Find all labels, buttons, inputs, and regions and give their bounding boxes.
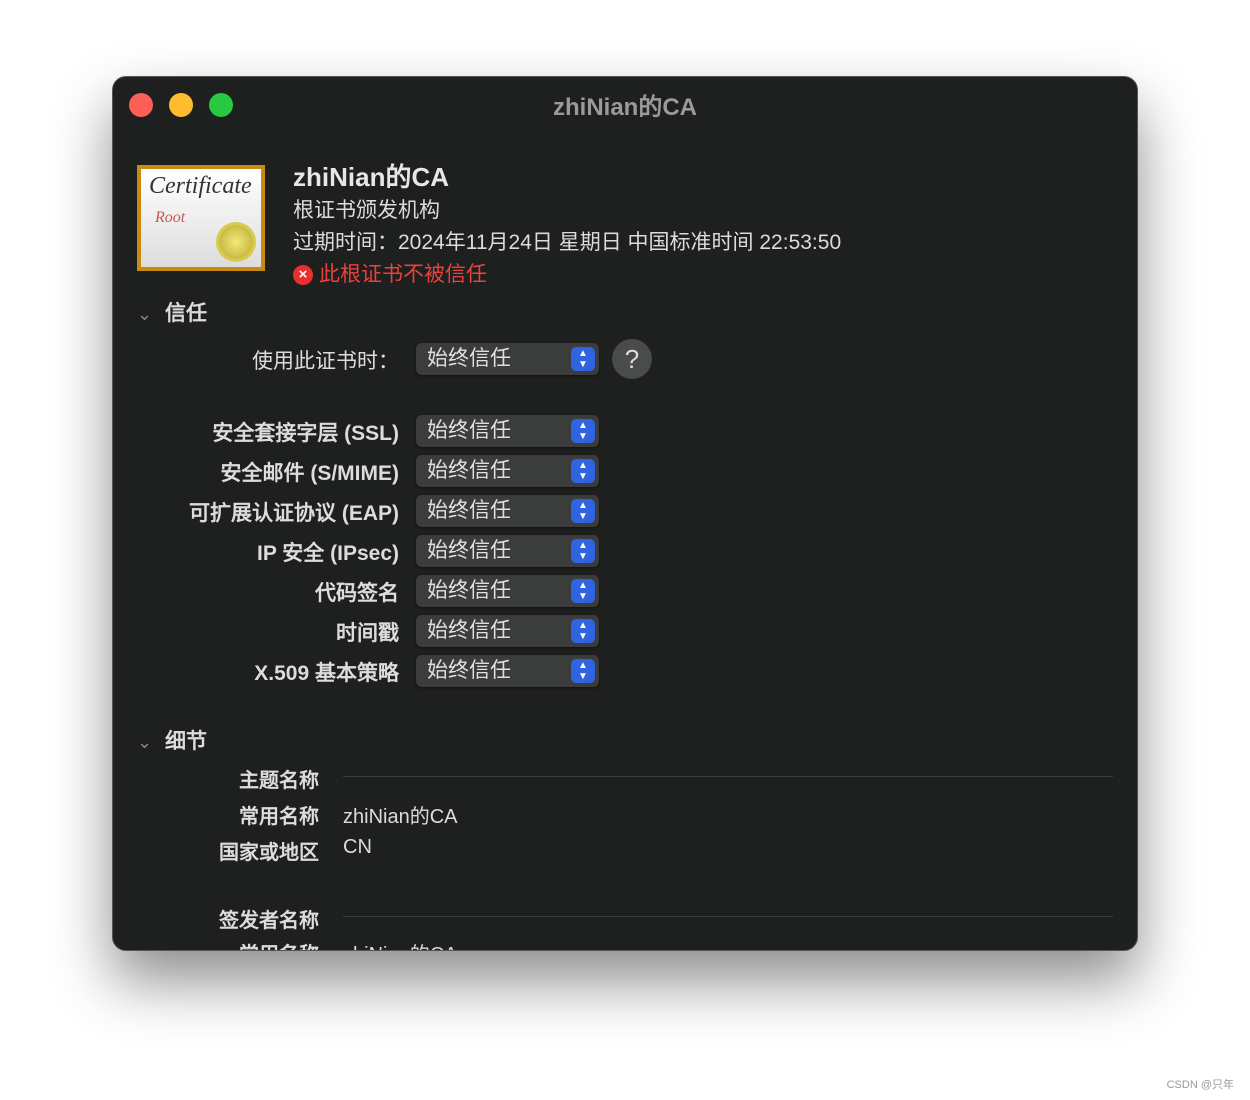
updown-chevron-icon: ▲ ▼ [571, 619, 595, 643]
updown-chevron-icon: ▲ ▼ [571, 539, 595, 563]
updown-chevron-icon: ▲ ▼ [571, 659, 595, 683]
chevron-down-icon: ⌄ [137, 732, 153, 752]
detail-value: zhiNian的CA [343, 806, 458, 828]
trust-status-text: 此根证书不被信任 [319, 263, 487, 286]
subject-heading: 主题名称 [239, 770, 319, 792]
section-title: 信任 [165, 302, 207, 325]
updown-chevron-icon: ▲ ▼ [571, 459, 595, 483]
popup-value: 始终信任 [427, 419, 511, 442]
chevron-down-icon: ⌄ [137, 304, 153, 324]
certificate-window: zhiNian的CA Certificate Root zhiNian的CA 根证… [112, 76, 1138, 951]
trust-row-popup[interactable]: 始终信任 ▲ ▼ [416, 415, 599, 447]
trust-row-label: 代码签名 [315, 582, 399, 605]
when-using-popup[interactable]: 始终信任 ▲ ▼ [416, 343, 599, 375]
issuer-heading: 签发者名称 [219, 910, 319, 932]
trust-row-popup[interactable]: 始终信任 ▲ ▼ [416, 655, 599, 687]
trust-row-label: IP 安全 (IPsec) [257, 542, 399, 565]
trust-status: × 此根证书不被信任 [293, 258, 487, 288]
detail-value: CN [343, 836, 372, 858]
divider [343, 916, 1113, 917]
popup-value: 始终信任 [427, 619, 511, 642]
watermark: CSDN @只年 [1166, 1079, 1234, 1091]
trust-row-popup[interactable]: 始终信任 ▲ ▼ [416, 575, 599, 607]
updown-chevron-icon: ▲ ▼ [571, 499, 595, 523]
updown-chevron-icon: ▲ ▼ [571, 419, 595, 443]
trust-row-label: 可扩展认证协议 (EAP) [189, 502, 399, 525]
error-icon: × [293, 265, 313, 285]
trust-row-label: X.509 基本策略 [254, 662, 399, 685]
detail-label: 常用名称 [239, 806, 319, 828]
section-title: 细节 [165, 730, 207, 753]
updown-chevron-icon: ▲ ▼ [571, 347, 595, 371]
popup-value: 始终信任 [427, 659, 511, 682]
popup-value: 始终信任 [427, 499, 511, 522]
certificate-icon: Certificate Root [137, 165, 265, 271]
help-button[interactable]: ? [612, 339, 652, 379]
window-title: zhiNian的CA [553, 94, 697, 121]
trust-row-popup[interactable]: 始终信任 ▲ ▼ [416, 615, 599, 647]
popup-value: 始终信任 [427, 579, 511, 602]
cert-expiry: 过期时间：2024年11月24日 星期日 中国标准时间 22:53:50 [293, 231, 842, 254]
trust-row-popup[interactable]: 始终信任 ▲ ▼ [416, 455, 599, 487]
updown-chevron-icon: ▲ ▼ [571, 579, 595, 603]
cert-kind: 根证书颁发机构 [293, 199, 440, 222]
cert-name: zhiNian的CA [293, 162, 450, 192]
detail-label: 国家或地区 [219, 842, 319, 864]
popup-value: 始终信任 [427, 539, 511, 562]
details-section-toggle[interactable]: ⌄ 细节 [137, 725, 207, 755]
trust-row-label: 时间戳 [336, 622, 399, 645]
seal-icon [219, 225, 253, 259]
trust-section-toggle[interactable]: ⌄ 信任 [137, 297, 207, 327]
when-using-label: 使用此证书时： [252, 350, 399, 373]
trust-row-popup[interactable]: 始终信任 ▲ ▼ [416, 495, 599, 527]
trust-row-popup[interactable]: 始终信任 ▲ ▼ [416, 535, 599, 567]
popup-value: 始终信任 [427, 459, 511, 482]
detail-label: 常用名称 [239, 938, 319, 950]
divider [343, 776, 1113, 777]
trust-row-label: 安全套接字层 (SSL) [212, 422, 399, 445]
popup-value: 始终信任 [427, 347, 511, 370]
trust-row-label: 安全邮件 (S/MIME) [220, 462, 400, 485]
detail-value: zhiNian的CA [343, 938, 457, 950]
